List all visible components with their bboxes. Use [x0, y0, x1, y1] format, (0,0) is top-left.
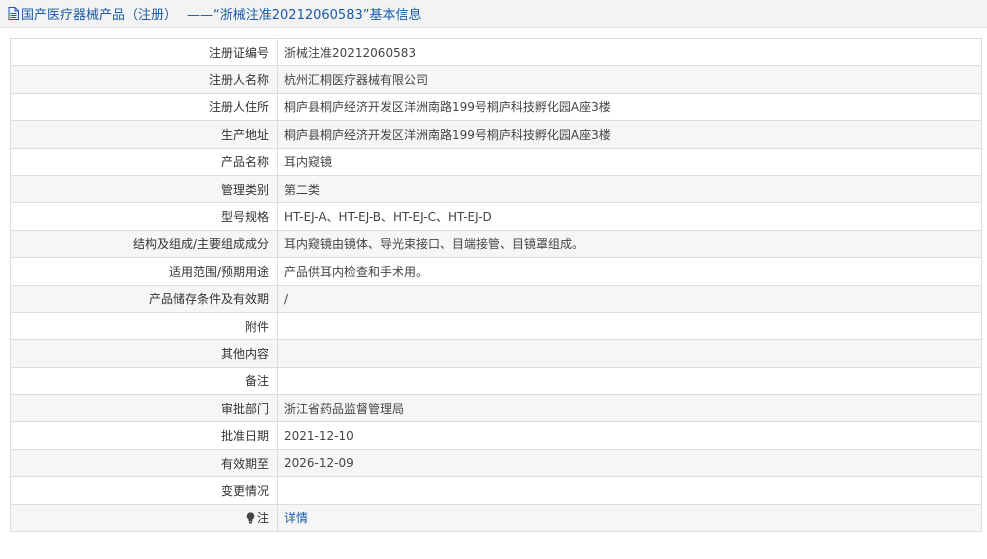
- page-title: ——“浙械注准20212060583”基本信息: [187, 8, 422, 23]
- row-value: 2026-12-09: [277, 448, 982, 478]
- page-header: 国产医疗器械产品（注册） ——“浙械注准20212060583”基本信息: [0, 0, 987, 28]
- category-link[interactable]: 国产医疗器械产品（注册）: [8, 4, 177, 23]
- info-table-container: 注册证编号 浙械注准20212060583 注册人名称 杭州汇桐医疗器械有限公司…: [10, 37, 982, 533]
- row-label: 注册证编号: [10, 37, 278, 67]
- row-value: [277, 476, 982, 505]
- info-table-body: 注册证编号 浙械注准20212060583 注册人名称 杭州汇桐医疗器械有限公司…: [10, 37, 982, 533]
- table-row: 有效期至 2026-12-09: [10, 448, 982, 478]
- row-label: 变更情况: [10, 476, 278, 505]
- table-row: 产品名称 耳内窥镜: [10, 147, 982, 176]
- row-value: 耳内窥镜由镜体、导光束接口、目端接管、目镜罩组成。: [277, 229, 982, 259]
- row-label: 产品储存条件及有效期: [10, 284, 278, 313]
- row-value: 耳内窥镜: [277, 147, 982, 176]
- row-value: 杭州汇桐医疗器械有限公司: [277, 65, 982, 94]
- table-row: 型号规格 HT-EJ-A、HT-EJ-B、HT-EJ-C、HT-EJ-D: [10, 202, 982, 231]
- row-value: [277, 366, 982, 396]
- row-label: 附件: [10, 311, 278, 341]
- table-row: 注册人住所 桐庐县桐庐经济开发区洋洲南路199号桐庐科技孵化园A座3楼: [10, 92, 982, 122]
- table-row: 产品储存条件及有效期 /: [10, 284, 982, 313]
- note-label-cell: 注: [10, 503, 278, 533]
- table-row: 附件: [10, 311, 982, 341]
- row-label: 注册人住所: [10, 92, 278, 122]
- details-link[interactable]: 详情: [284, 511, 308, 525]
- note-label: 注: [256, 511, 269, 526]
- row-value: 桐庐县桐庐经济开发区洋洲南路199号桐庐科技孵化园A座3楼: [277, 120, 982, 149]
- row-label: 备注: [10, 366, 278, 396]
- row-value: 2021-12-10: [277, 421, 982, 450]
- row-label: 产品名称: [10, 147, 278, 176]
- row-value: [277, 311, 982, 341]
- row-value: 第二类: [277, 174, 982, 204]
- table-row: 结构及组成/主要组成成分 耳内窥镜由镜体、导光束接口、目端接管、目镜罩组成。: [10, 229, 982, 259]
- row-label: 其他内容: [10, 339, 278, 368]
- row-label: 批准日期: [10, 421, 278, 450]
- row-label: 型号规格: [10, 202, 278, 231]
- row-value: /: [277, 284, 982, 313]
- note-value-cell: 详情: [277, 503, 982, 533]
- row-label: 管理类别: [10, 174, 278, 204]
- table-row: 注册证编号 浙械注准20212060583: [10, 37, 982, 67]
- table-row: 变更情况: [10, 476, 982, 505]
- row-value: 产品供耳内检查和手术用。: [277, 257, 982, 286]
- info-table: 注册证编号 浙械注准20212060583 注册人名称 杭州汇桐医疗器械有限公司…: [10, 37, 982, 533]
- table-row: 备注: [10, 366, 982, 396]
- table-row: 生产地址 桐庐县桐庐经济开发区洋洲南路199号桐庐科技孵化园A座3楼: [10, 120, 982, 149]
- row-label: 审批部门: [10, 394, 278, 423]
- document-icon: [8, 7, 19, 20]
- row-value: [277, 339, 982, 368]
- category-link-label[interactable]: 国产医疗器械产品（注册）: [21, 4, 177, 23]
- row-value: 浙江省药品监督管理局: [277, 394, 982, 423]
- row-value: 浙械注准20212060583: [277, 37, 982, 67]
- table-row: 管理类别 第二类: [10, 174, 982, 204]
- row-label: 结构及组成/主要组成成分: [10, 229, 278, 259]
- row-value: 桐庐县桐庐经济开发区洋洲南路199号桐庐科技孵化园A座3楼: [277, 92, 982, 122]
- row-label: 有效期至: [10, 448, 278, 478]
- table-row: 注册人名称 杭州汇桐医疗器械有限公司: [10, 65, 982, 94]
- note-row: 注 详情: [10, 503, 982, 533]
- row-label: 注册人名称: [10, 65, 278, 94]
- table-row: 适用范围/预期用途 产品供耳内检查和手术用。: [10, 257, 982, 286]
- table-row: 批准日期 2021-12-10: [10, 421, 982, 450]
- lightbulb-icon: [246, 512, 255, 524]
- row-label: 生产地址: [10, 120, 278, 149]
- row-value: HT-EJ-A、HT-EJ-B、HT-EJ-C、HT-EJ-D: [277, 202, 982, 231]
- table-row: 审批部门 浙江省药品监督管理局: [10, 394, 982, 423]
- row-label: 适用范围/预期用途: [10, 257, 278, 286]
- table-row: 其他内容: [10, 339, 982, 368]
